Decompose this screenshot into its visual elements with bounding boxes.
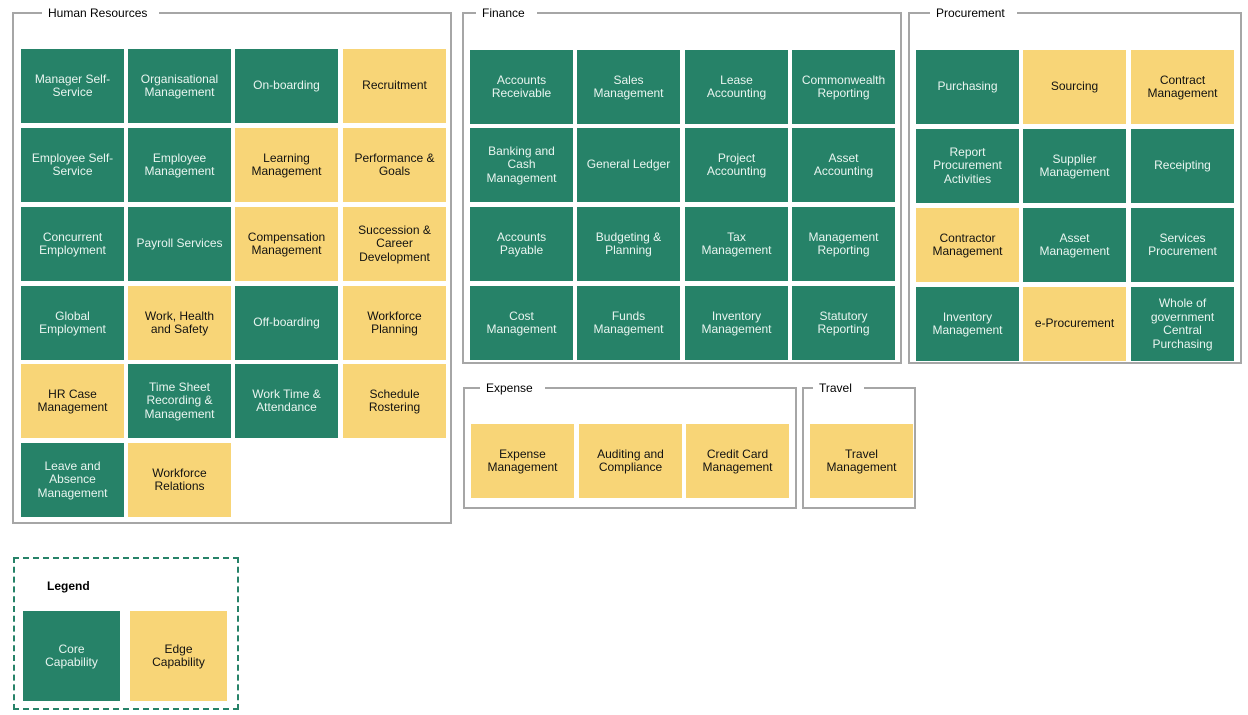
capability-tile[interactable]: Manager Self-Service <box>21 49 124 123</box>
capability-tile[interactable]: Budgeting & Planning <box>577 207 680 281</box>
capability-tile[interactable]: Work Time & Attendance <box>235 364 338 438</box>
capability-tile[interactable]: e-Procurement <box>1023 287 1126 361</box>
capability-tile[interactable]: Global Employment <box>21 286 124 360</box>
capability-tile[interactable]: Report Procurement Activities <box>916 129 1019 203</box>
capability-tile[interactable]: Off-boarding <box>235 286 338 360</box>
capability-tile[interactable]: Tax Management <box>685 207 788 281</box>
capability-tile[interactable]: Commonwealth Reporting <box>792 50 895 124</box>
capability-tile[interactable]: Inventory Management <box>916 287 1019 361</box>
capability-tile[interactable]: Statutory Reporting <box>792 286 895 360</box>
capability-tile[interactable]: Work, Health and Safety <box>128 286 231 360</box>
capability-tile[interactable]: Workforce Planning <box>343 286 446 360</box>
capability-tile[interactable]: Employee Management <box>128 128 231 202</box>
group-title: Finance <box>476 5 537 21</box>
capability-tile[interactable]: Asset Management <box>1023 208 1126 282</box>
capability-tile[interactable]: Recruitment <box>343 49 446 123</box>
group-human-resources: Human Resources Manager Self-Service Organ… <box>12 5 452 524</box>
group-title: Procurement <box>930 5 1017 21</box>
capability-tile[interactable]: HR Case Management <box>21 364 124 438</box>
capability-tile[interactable]: Inventory Management <box>685 286 788 360</box>
capability-tile[interactable]: Compensation Management <box>235 207 338 281</box>
capability-tile[interactable]: Time Sheet Recording & Management <box>128 364 231 438</box>
capability-tile[interactable]: Organisational Management <box>128 49 231 123</box>
capability-tile[interactable]: Cost Management <box>470 286 573 360</box>
capability-tile[interactable]: Leave and Absence Management <box>21 443 124 517</box>
capability-tile[interactable]: Auditing and Compliance <box>579 424 682 498</box>
capability-tile[interactable]: Sourcing <box>1023 50 1126 124</box>
capability-tile[interactable]: Project Accounting <box>685 128 788 202</box>
capability-tile[interactable]: Whole of government Central Purchasing <box>1131 287 1234 361</box>
capability-tile[interactable]: Succession & Career Development <box>343 207 446 281</box>
capability-tile[interactable]: Learning Management <box>235 128 338 202</box>
capability-tile[interactable]: Performance & Goals <box>343 128 446 202</box>
capability-tile[interactable]: Services Procurement <box>1131 208 1234 282</box>
capability-tile[interactable]: Workforce Relations <box>128 443 231 517</box>
capability-tile[interactable]: Payroll Services <box>128 207 231 281</box>
group-finance: Finance Accounts Receivable Sales Manageme… <box>462 5 902 364</box>
capability-tile[interactable]: Funds Management <box>577 286 680 360</box>
group-procurement: Procurement Purchasing Sourcing Contract Ma… <box>908 5 1242 364</box>
capability-tile[interactable]: Expense Management <box>471 424 574 498</box>
capability-tile[interactable]: Schedule Rostering <box>343 364 446 438</box>
legend: Legend Core Capability Edge Capability <box>13 557 239 710</box>
legend-core-swatch: Core Capability <box>23 611 120 701</box>
capability-tile[interactable]: Contract Management <box>1131 50 1234 124</box>
capability-tile[interactable]: Receipting <box>1131 129 1234 203</box>
capability-tile[interactable]: Lease Accounting <box>685 50 788 124</box>
group-expense: Expense Expense Management Auditing and Co… <box>463 380 797 509</box>
capability-tile[interactable]: Supplier Management <box>1023 129 1126 203</box>
legend-edge-swatch: Edge Capability <box>130 611 227 701</box>
capability-tile[interactable]: Sales Management <box>577 50 680 124</box>
capability-tile[interactable]: Contractor Management <box>916 208 1019 282</box>
group-title: Human Resources <box>42 5 160 21</box>
group-travel: Travel Travel Management <box>802 380 916 509</box>
capability-tile[interactable]: Accounts Receivable <box>470 50 573 124</box>
legend-title: Legend <box>47 579 90 593</box>
capability-tile[interactable]: General Ledger <box>577 128 680 202</box>
capability-tile[interactable]: Accounts Payable <box>470 207 573 281</box>
capability-tile[interactable]: Management Reporting <box>792 207 895 281</box>
group-title: Expense <box>480 380 545 396</box>
capability-tile[interactable]: Purchasing <box>916 50 1019 124</box>
capability-tile[interactable]: Banking and Cash Management <box>470 128 573 202</box>
capability-tile[interactable]: Travel Management <box>810 424 913 498</box>
capability-tile[interactable]: Asset Accounting <box>792 128 895 202</box>
capability-tile[interactable]: On-boarding <box>235 49 338 123</box>
group-title: Travel <box>813 380 864 396</box>
capability-tile[interactable]: Credit Card Management <box>686 424 789 498</box>
capability-tile[interactable]: Concurrent Employment <box>21 207 124 281</box>
capability-tile[interactable]: Employee Self-Service <box>21 128 124 202</box>
